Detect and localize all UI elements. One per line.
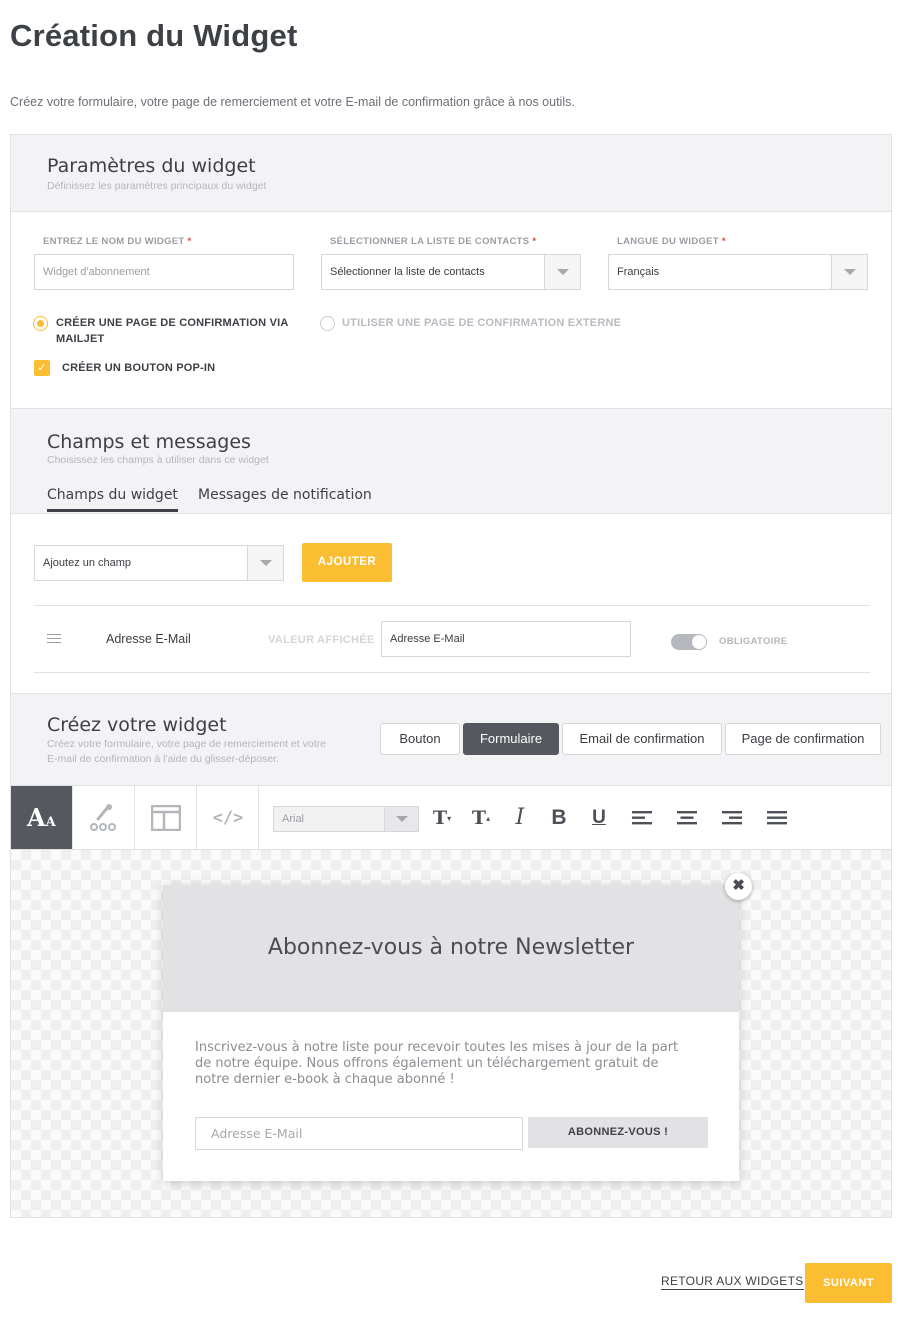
divider xyxy=(34,672,870,673)
widget-settings-section: Paramètres du widget Définissez les para… xyxy=(10,134,892,409)
fields-header: Champs et messages Choisissez les champs… xyxy=(11,409,891,514)
required-toggle[interactable] xyxy=(671,634,707,650)
layout-icon xyxy=(151,805,181,831)
popin-checkbox[interactable]: ✓ xyxy=(34,360,50,376)
contact-list-select[interactable]: Sélectionner la liste de contacts xyxy=(321,254,581,290)
widget-language-value: Français xyxy=(617,266,660,278)
tool-dropper[interactable] xyxy=(73,786,135,849)
add-field-button[interactable]: AJOUTER xyxy=(302,543,392,582)
mode-confirmation-email[interactable]: Email de confirmation xyxy=(562,723,722,755)
font-dropdown[interactable] xyxy=(384,807,418,831)
mode-form[interactable]: Formulaire xyxy=(463,723,559,755)
preview-title[interactable]: Abonnez-vous à notre Newsletter xyxy=(163,935,739,960)
align-center-icon[interactable] xyxy=(677,811,697,825)
fields-section: Champs et messages Choisissez les champs… xyxy=(10,408,892,694)
justify-icon[interactable] xyxy=(767,811,787,825)
builder-subtitle-2: E-mail de confirmation à l'aide du gliss… xyxy=(47,753,279,765)
field-name: Adresse E-Mail xyxy=(106,632,191,646)
preview-subscribe-button[interactable]: ABONNEZ-VOUS ! xyxy=(528,1117,708,1148)
font-family-value: Arial xyxy=(282,813,305,825)
settings-title: Paramètres du widget xyxy=(47,155,256,177)
tool-text-style[interactable]: AA xyxy=(11,786,73,849)
displayed-value-label: VALEUR AFFICHÉE xyxy=(268,634,375,646)
fields-title: Champs et messages xyxy=(47,431,251,453)
builder-subtitle-1: Créez votre formulaire, votre page de re… xyxy=(47,738,326,750)
preview-header[interactable]: Abonnez-vous à notre Newsletter xyxy=(163,885,739,1012)
code-icon: </> xyxy=(212,808,244,828)
mode-button[interactable]: Bouton xyxy=(380,723,460,755)
check-icon: ✓ xyxy=(37,362,47,374)
toggle-knob xyxy=(692,635,706,649)
radio-mailjet-label[interactable]: CRÉER UNE PAGE DE CONFIRMATION VIA MAILJ… xyxy=(56,315,289,347)
displayed-value-input[interactable]: Adresse E-Mail xyxy=(381,621,631,657)
chevron-down-icon xyxy=(396,816,408,822)
popin-label[interactable]: CRÉER UN BOUTON POP-IN xyxy=(62,360,215,376)
builder-title: Créez votre widget xyxy=(47,714,227,736)
divider xyxy=(34,605,870,606)
page-title: Création du Widget xyxy=(10,18,298,53)
fields-subtitle: Choisissez les champs à utiliser dans ce… xyxy=(47,454,269,466)
preview-text[interactable]: Inscrivez-vous à notre liste pour recevo… xyxy=(195,1040,695,1088)
add-field-select[interactable]: Ajoutez un champ xyxy=(34,545,284,581)
widget-preview-modal[interactable]: Abonnez-vous à notre Newsletter Inscrive… xyxy=(163,885,739,1181)
font-family-select[interactable]: Arial xyxy=(273,806,419,832)
widget-language-select[interactable]: Français xyxy=(608,254,868,290)
fields-body: Ajoutez un champ AJOUTER Adresse E-Mail … xyxy=(11,514,891,693)
editor-toolbar: AA </> Arial T▾ T▴ I B U xyxy=(10,785,892,850)
chevron-down-icon xyxy=(557,269,569,275)
settings-body: ENTREZ LE NOM DU WIDGET * Widget d'abonne… xyxy=(11,212,891,408)
widget-name-label: ENTREZ LE NOM DU WIDGET * xyxy=(43,236,192,247)
builder-section: Créez votre widget Créez votre formulair… xyxy=(10,693,892,786)
dropper-icon xyxy=(90,804,116,831)
radio-external-confirmation[interactable] xyxy=(320,316,335,331)
page-subtitle: Créez votre formulaire, votre page de re… xyxy=(10,95,575,109)
tool-layout[interactable] xyxy=(135,786,197,849)
tab-widget-fields[interactable]: Champs du widget xyxy=(47,487,178,512)
close-icon[interactable]: ✖ xyxy=(725,873,752,900)
drag-handle-icon[interactable] xyxy=(47,634,61,643)
italic-icon[interactable]: I xyxy=(507,806,533,830)
back-to-widgets-link[interactable]: RETOUR AUX WIDGETS xyxy=(661,1274,804,1290)
next-button[interactable]: SUIVANT xyxy=(805,1263,892,1303)
contact-list-dropdown[interactable] xyxy=(544,255,580,289)
settings-subtitle: Définissez les paramètres principaux du … xyxy=(47,180,267,192)
chevron-down-icon xyxy=(260,560,272,566)
language-dropdown[interactable] xyxy=(831,255,867,289)
contact-list-value: Sélectionner la liste de contacts xyxy=(330,266,485,278)
widget-language-label: LANGUE DU WIDGET * xyxy=(617,236,726,247)
contact-list-label: SÉLECTIONNER LA LISTE DE CONTACTS * xyxy=(330,236,537,247)
preview-email-input[interactable]: Adresse E-Mail xyxy=(195,1117,523,1150)
tab-notification-messages[interactable]: Messages de notification xyxy=(198,487,372,503)
settings-header: Paramètres du widget Définissez les para… xyxy=(11,135,891,212)
font-size-down-icon[interactable]: T▾ xyxy=(429,806,455,830)
radio-external-label[interactable]: UTILISER UNE PAGE DE CONFIRMATION EXTERN… xyxy=(342,315,621,331)
required-label: OBLIGATOIRE xyxy=(719,636,788,647)
align-left-icon[interactable] xyxy=(632,811,652,825)
text-style-icon: AA xyxy=(27,803,56,832)
add-field-value: Ajoutez un champ xyxy=(43,557,132,569)
widget-name-input[interactable]: Widget d'abonnement xyxy=(34,254,294,290)
align-right-icon[interactable] xyxy=(722,811,742,825)
add-field-dropdown[interactable] xyxy=(247,546,283,580)
bold-icon[interactable]: B xyxy=(546,806,572,830)
tool-code[interactable]: </> xyxy=(197,786,259,849)
mode-confirmation-page[interactable]: Page de confirmation xyxy=(725,723,881,755)
font-size-up-icon[interactable]: T▴ xyxy=(468,806,494,830)
chevron-down-icon xyxy=(844,269,856,275)
underline-icon[interactable]: U xyxy=(586,806,612,830)
radio-mailjet-confirmation[interactable] xyxy=(33,316,48,331)
